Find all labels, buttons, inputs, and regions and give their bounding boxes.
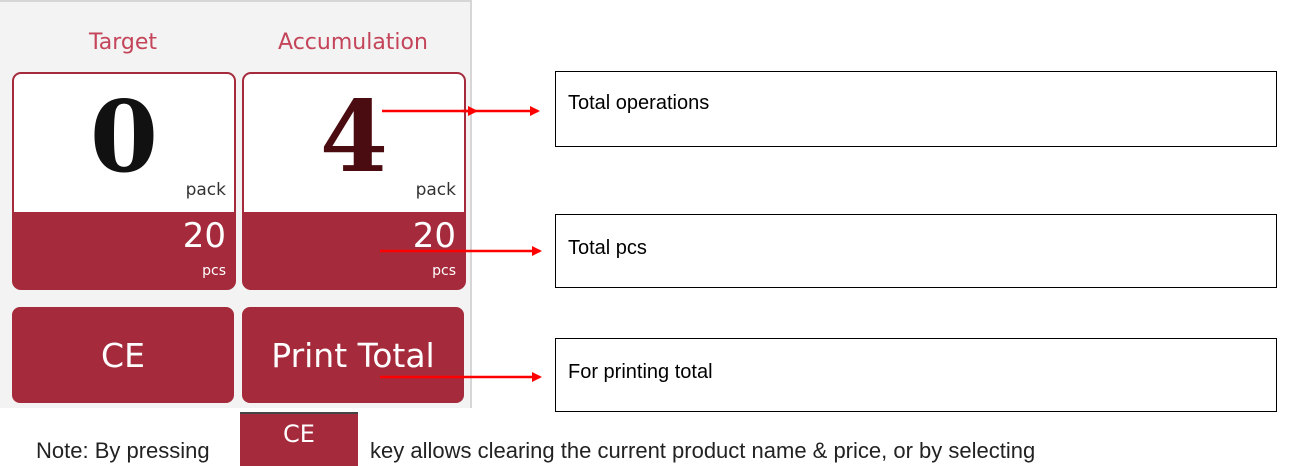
callout-total-pcs-text: Total pcs	[568, 237, 647, 259]
note-suffix: key allows clearing the current product …	[370, 438, 1036, 463]
callout-printing-total: For printing total	[555, 338, 1277, 412]
note-prefix: Note: By pressing	[36, 438, 210, 463]
note-ce-key: CE	[240, 412, 358, 466]
callout-total-operations: Total operations	[555, 71, 1277, 147]
callout-printing-total-text: For printing total	[568, 361, 713, 383]
callout-total-pcs: Total pcs	[555, 214, 1277, 288]
callout-total-operations-text: Total operations	[568, 92, 710, 114]
note-text: Note: By pressing key allows clearing th…	[0, 438, 1293, 466]
